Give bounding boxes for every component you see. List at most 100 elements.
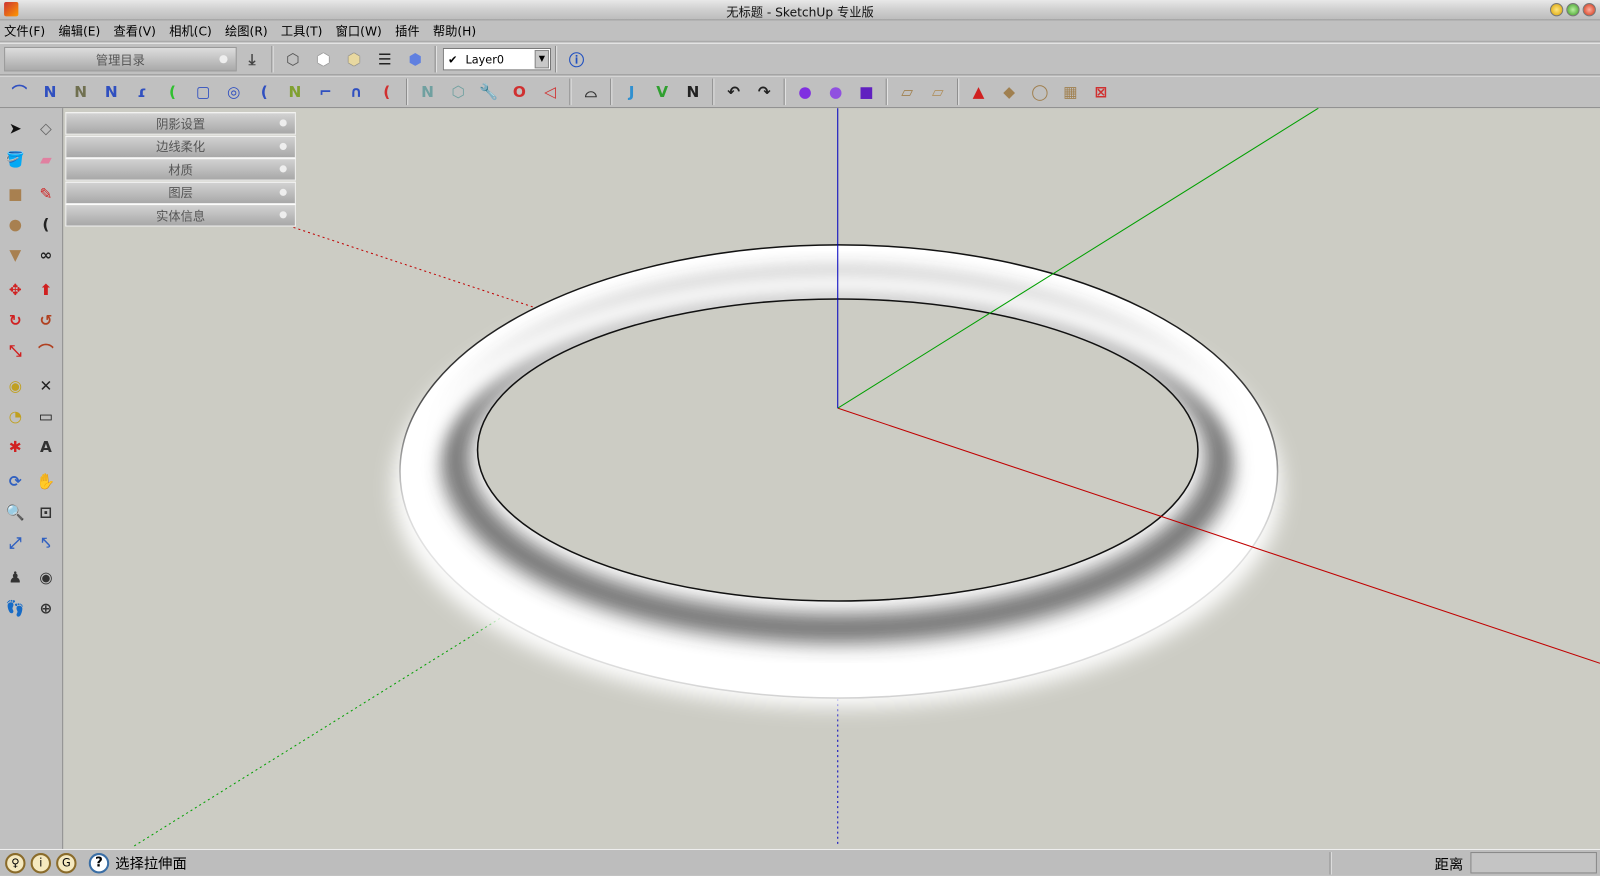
make-component-icon[interactable]: ◇ (34, 116, 58, 140)
walk-icon[interactable]: 👣 (3, 596, 27, 620)
move-icon[interactable]: ✥ (3, 278, 27, 302)
curve-join-icon[interactable]: ɾ (130, 80, 154, 104)
polygon-tool-icon[interactable]: ▼ (3, 243, 27, 267)
eraser-icon[interactable]: ▰ (34, 147, 58, 171)
sandbox-contours-icon[interactable]: ▱ (895, 80, 919, 104)
maximize-button[interactable] (1566, 3, 1580, 17)
menu-file[interactable]: 文件(F) (4, 22, 45, 39)
rectangle-curve-icon[interactable]: ▢ (191, 80, 215, 104)
scale-icon[interactable]: ⤡ (3, 339, 27, 363)
menu-window[interactable]: 窗口(W) (336, 22, 382, 39)
menu-edit[interactable]: 编辑(E) (58, 22, 100, 39)
credits-icon[interactable]: i (30, 852, 52, 873)
tray-pin-icon[interactable] (279, 211, 287, 219)
add-detail-icon[interactable]: ▦ (1058, 80, 1082, 104)
paint-bucket-icon[interactable]: 🪣 (3, 147, 27, 171)
loft-icon[interactable]: ⌓ (579, 80, 603, 104)
solid-cube-icon[interactable]: ■ (854, 80, 878, 104)
arc-tool-icon[interactable]: ( (34, 212, 58, 236)
chevron-down-icon[interactable]: ▼ (534, 49, 549, 69)
minimize-button[interactable] (1549, 3, 1564, 17)
tray-soften-edges[interactable]: 边线柔化 (65, 135, 296, 158)
polygon-icon[interactable]: ⬡ (446, 80, 470, 104)
tray-entity-info[interactable]: 实体信息 (65, 204, 296, 227)
tray-pin-icon[interactable] (219, 55, 228, 64)
position-camera-icon[interactable]: ♟ (3, 565, 27, 589)
wrench-icon[interactable]: 🔧 (477, 80, 501, 104)
shaded-texture-style-icon[interactable]: ⬢ (403, 47, 427, 71)
arc-icon[interactable]: ( (252, 80, 276, 104)
tape-measure-icon[interactable]: ◉ (3, 373, 27, 397)
text-tool-icon[interactable]: ▭ (34, 404, 58, 428)
hidden-line-style-icon[interactable]: ⬢ (342, 47, 366, 71)
menu-view[interactable]: 查看(V) (114, 22, 156, 39)
section-plane-icon[interactable]: ⊕ (34, 596, 58, 620)
drape-icon[interactable]: ◯ (1028, 80, 1052, 104)
menu-draw[interactable]: 绘图(R) (225, 22, 268, 39)
offset-icon[interactable]: ⌒ (34, 339, 58, 363)
protractor-icon[interactable]: ◔ (3, 404, 27, 428)
follow-me-icon[interactable]: ↺ (34, 308, 58, 332)
sign-in-icon[interactable]: G (56, 852, 77, 873)
undo-pushpull-icon[interactable]: ↶ (721, 80, 745, 104)
pencil-icon[interactable]: ✎ (34, 182, 58, 206)
redo-pushpull-icon[interactable]: ↷ (752, 80, 776, 104)
menu-camera[interactable]: 相机(C) (169, 22, 212, 39)
xray-style-icon[interactable]: ⬡ (281, 47, 305, 71)
rotate-icon[interactable]: ↻ (3, 308, 27, 332)
red-arc-icon[interactable]: ( (374, 80, 398, 104)
menu-tools[interactable]: 工具(T) (281, 22, 323, 39)
tray-pin-icon[interactable] (279, 165, 287, 173)
joint-pushpull-icon[interactable]: J (619, 80, 643, 104)
zoom-icon[interactable]: 🔍 (3, 500, 27, 524)
layer-manager-icon[interactable]: ⓘ (564, 47, 588, 71)
close-button[interactable] (1582, 3, 1596, 17)
flip-edge-icon[interactable]: ⊠ (1089, 80, 1113, 104)
menu-help[interactable]: 帮助(H) (433, 22, 476, 39)
vector-pushpull-icon[interactable]: V (650, 80, 674, 104)
orbit-icon[interactable]: ⟳ (3, 469, 27, 493)
polyline-icon[interactable]: N (38, 80, 62, 104)
measurement-input[interactable] (1470, 852, 1597, 874)
hook-curve-icon[interactable]: ⌐ (313, 80, 337, 104)
tray-pin-icon[interactable] (279, 142, 287, 150)
oval-icon[interactable]: O (507, 80, 531, 104)
sandbox-scratch-icon[interactable]: ▱ (926, 80, 950, 104)
solid-shell-icon[interactable]: ● (823, 80, 847, 104)
zoom-window-icon[interactable]: ⊡ (34, 500, 58, 524)
geo-location-icon[interactable]: ♀ (5, 852, 26, 873)
tray-pin-icon[interactable] (279, 119, 287, 127)
menu-plugins[interactable]: 插件 (395, 22, 420, 39)
layer-dropdown[interactable]: ✔ Layer0 ▼ (442, 47, 552, 71)
line-segments-icon[interactable]: N (415, 80, 439, 104)
rectangle-icon[interactable]: ■ (3, 182, 27, 206)
zigzag-icon[interactable]: N (283, 80, 307, 104)
push-pull-icon[interactable]: ⬆ (34, 278, 58, 302)
pan-icon[interactable]: ✋ (34, 469, 58, 493)
solid-sphere-icon[interactable]: ● (793, 80, 817, 104)
look-around-icon[interactable]: ◉ (34, 565, 58, 589)
bezier-curve-icon[interactable]: ⌒ (7, 80, 31, 104)
help-icon[interactable]: ? (88, 852, 110, 873)
stamp-icon[interactable]: ◆ (997, 80, 1021, 104)
catalog-tray-button[interactable]: 管理目录 (4, 46, 237, 72)
wireframe-style-icon[interactable]: ⬢ (311, 47, 335, 71)
previous-view-icon[interactable]: ⤣ (34, 531, 58, 555)
torus-model[interactable] (393, 244, 1282, 708)
axes-icon[interactable]: ✱ (3, 435, 27, 459)
freehand-polyline-icon[interactable]: N (68, 80, 92, 104)
dimension-icon[interactable]: ✕ (34, 373, 58, 397)
arc-green-icon[interactable]: ( (160, 80, 184, 104)
normal-pushpull-icon[interactable]: N (681, 80, 705, 104)
shaded-style-icon[interactable]: ☰ (372, 47, 396, 71)
zoom-extents-icon[interactable]: ⤢ (3, 531, 27, 555)
tray-shadow-settings[interactable]: 阴影设置 (65, 112, 296, 135)
spiral-icon[interactable]: ◎ (221, 80, 245, 104)
tray-pin-icon[interactable] (279, 188, 287, 196)
arch-icon[interactable]: ∩ (344, 80, 368, 104)
freehand-icon[interactable]: ∞ (34, 243, 58, 267)
tray-layers[interactable]: 图层 (65, 181, 296, 204)
circle-icon[interactable]: ● (3, 212, 27, 236)
spline-icon[interactable]: N (99, 80, 123, 104)
arrow-down-icon[interactable]: ⤓ (240, 47, 264, 71)
